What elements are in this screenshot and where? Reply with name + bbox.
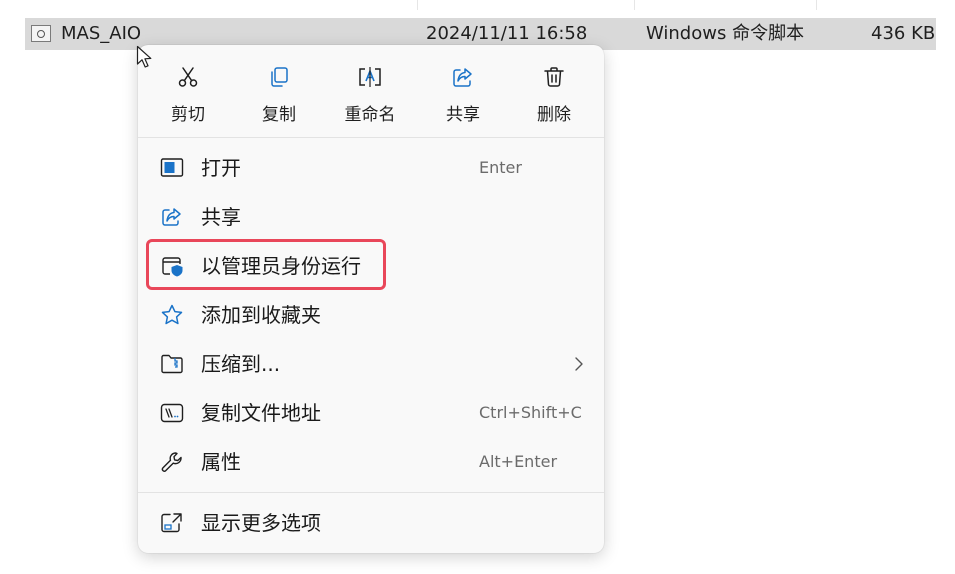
file-name: MAS_AIO: [61, 23, 142, 44]
rename-label: 重命名: [344, 105, 396, 125]
cut-button[interactable]: 剪切: [150, 61, 226, 131]
share-button[interactable]: 共享: [425, 61, 501, 131]
menu-item-label: 属性: [201, 450, 241, 474]
menu-item-label: 以管理员身份运行: [201, 254, 361, 278]
wrench-icon: [161, 452, 182, 472]
menu-item-label: 显示更多选项: [201, 511, 321, 535]
expand-icon: [161, 513, 182, 533]
menu-item-label: 添加到收藏夹: [201, 303, 321, 327]
copy-path-icon: [160, 403, 184, 423]
menu-item-show-more-options[interactable]: 显示更多选项: [148, 501, 594, 545]
chevron-right-icon: [575, 357, 583, 371]
menu-item-label: 压缩到...: [201, 352, 281, 376]
scissors-icon: [178, 67, 198, 87]
share-label: 共享: [446, 105, 480, 125]
menu-item-share[interactable]: 共享: [148, 195, 594, 239]
open-window-icon: [160, 158, 184, 177]
share-icon: [453, 68, 472, 87]
menu-item-open[interactable]: 打开 Enter: [148, 146, 594, 190]
context-menu: 剪切 复制 重命名 共享 删除 打开 Enter 共享 以管理员身份运行 添加到…: [138, 45, 604, 553]
menu-item-add-to-favorites[interactable]: 添加到收藏夹: [148, 293, 594, 337]
column-separator: [816, 0, 817, 10]
delete-button[interactable]: 删除: [516, 61, 592, 131]
menu-divider: [138, 492, 604, 493]
rename-button[interactable]: 重命名: [332, 61, 408, 131]
menu-item-shortcut: Ctrl+Shift+C: [479, 403, 582, 422]
menu-item-shortcut: Enter: [479, 158, 522, 177]
menu-item-copy-path[interactable]: 复制文件地址 Ctrl+Shift+C: [148, 391, 594, 435]
file-type: Windows 命令脚本: [646, 23, 805, 44]
menu-item-properties[interactable]: 属性 Alt+Enter: [148, 440, 594, 484]
menu-item-run-as-admin[interactable]: 以管理员身份运行: [148, 244, 594, 288]
file-size: 436 KB: [871, 23, 936, 44]
menu-item-label: 共享: [201, 205, 241, 229]
zip-folder-icon: [161, 354, 183, 374]
cut-label: 剪切: [171, 105, 205, 125]
mouse-cursor-icon: [136, 45, 152, 68]
menu-item-compress-to[interactable]: 压缩到...: [148, 342, 594, 386]
menu-item-label: 复制文件地址: [201, 401, 321, 425]
star-icon: [161, 304, 183, 325]
rename-icon: [359, 67, 381, 87]
copy-label: 复制: [262, 105, 296, 125]
column-separator: [417, 0, 418, 10]
copy-button[interactable]: 复制: [241, 61, 317, 131]
delete-label: 删除: [537, 105, 571, 125]
menu-divider: [138, 137, 604, 138]
shield-admin-icon: [162, 257, 183, 277]
column-separator: [634, 0, 635, 10]
trash-icon: [544, 67, 564, 87]
batch-file-icon: [31, 25, 51, 42]
menu-item-label: 打开: [201, 156, 241, 180]
menu-item-shortcut: Alt+Enter: [479, 452, 558, 471]
copy-icon: [271, 67, 288, 87]
share-icon: [162, 208, 181, 226]
